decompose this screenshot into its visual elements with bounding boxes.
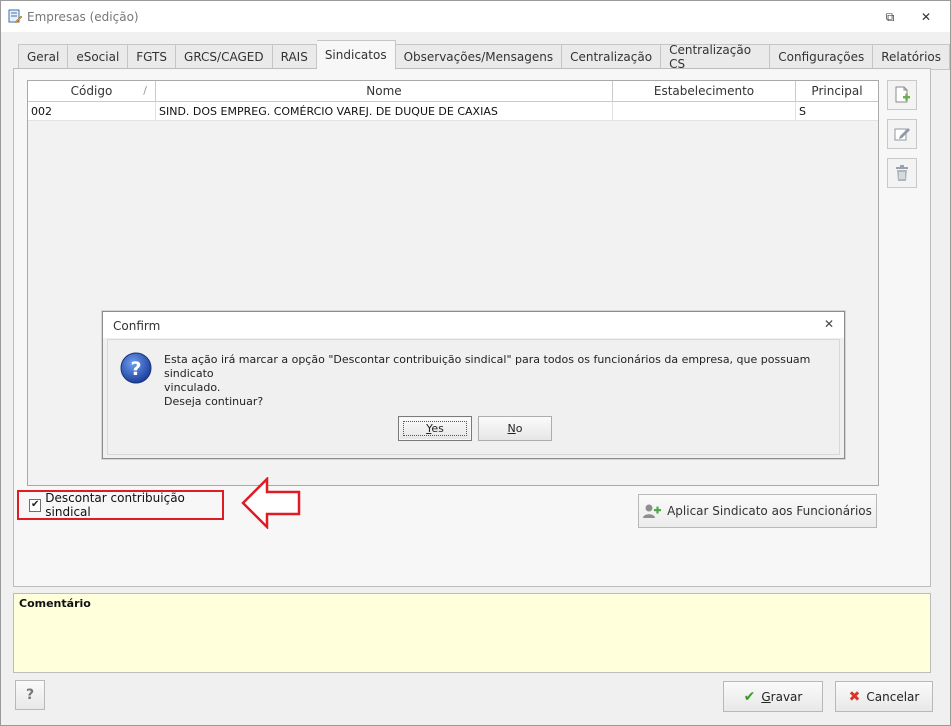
dialog-body: ? Esta ação irá marcar a opção "Desconta… bbox=[107, 339, 840, 455]
svg-text:?: ? bbox=[130, 358, 141, 380]
cell-principal: S bbox=[799, 104, 806, 118]
form-edit-icon bbox=[8, 9, 22, 24]
dialog-close-icon[interactable]: ✕ bbox=[824, 317, 834, 331]
close-icon: ✕ bbox=[920, 10, 932, 24]
cancel-button-label: Cancelar bbox=[866, 689, 920, 704]
tab-centralizacao[interactable]: Centralização bbox=[562, 44, 662, 70]
cell-estabelecimento bbox=[613, 102, 796, 120]
cancel-x-icon: ✖ bbox=[848, 688, 861, 705]
comment-box[interactable]: Comentário bbox=[13, 593, 931, 673]
yes-button[interactable]: Yes bbox=[398, 416, 472, 441]
tab-centralizacao-cs[interactable]: Centralização CS bbox=[661, 43, 771, 71]
delete-button[interactable] bbox=[887, 158, 917, 188]
close-button[interactable]: ✕ bbox=[915, 7, 937, 27]
tab-strip: Geral eSocial FGTS GRCS/CAGED RAIS Sindi… bbox=[18, 40, 950, 71]
edit-icon bbox=[894, 128, 910, 141]
window-title: Empresas (edição) bbox=[27, 10, 139, 24]
cell-codigo: 002 bbox=[28, 102, 156, 120]
add-user-icon bbox=[643, 504, 662, 518]
no-button[interactable]: No bbox=[478, 416, 552, 441]
left-arrow-annotation-icon bbox=[241, 477, 301, 529]
question-icon: ? bbox=[120, 352, 152, 384]
checkmark-icon: ✔ bbox=[30, 499, 40, 510]
restore-icon: ⧉ bbox=[885, 9, 895, 24]
save-button-label: Gravar bbox=[761, 689, 803, 704]
save-button[interactable]: ✔ Gravar bbox=[723, 681, 823, 712]
dialog-message: Esta ação irá marcar a opção "Descontar … bbox=[164, 353, 811, 408]
column-header-nome[interactable]: Nome bbox=[156, 81, 613, 101]
tab-grcs-caged[interactable]: GRCS/CAGED bbox=[176, 44, 273, 70]
comment-label: Comentário bbox=[19, 597, 91, 610]
add-document-icon bbox=[895, 86, 910, 103]
title-bar: Empresas (edição) ⧉ ✕ bbox=[1, 1, 950, 32]
grid-header: Código / Nome Estabelecimento Principal bbox=[28, 81, 878, 102]
column-header-codigo[interactable]: Código / bbox=[28, 81, 156, 101]
column-header-principal[interactable]: Principal bbox=[796, 81, 878, 101]
apply-sindicato-button[interactable]: Aplicar Sindicato aos Funcionários bbox=[638, 494, 877, 528]
restore-button[interactable]: ⧉ bbox=[879, 7, 901, 27]
descontar-contribuicao-checkbox[interactable]: ✔ Descontar contribuição sindical bbox=[17, 490, 224, 520]
checkbox-label: Descontar contribuição sindical bbox=[45, 491, 185, 519]
trash-icon bbox=[896, 165, 908, 181]
tab-esocial[interactable]: eSocial bbox=[68, 44, 129, 70]
empresas-window: Empresas (edição) ⧉ ✕ Geral eSocial FGTS… bbox=[0, 0, 951, 726]
checkbox-box[interactable]: ✔ bbox=[29, 498, 42, 512]
help-icon: ? bbox=[25, 687, 35, 703]
tab-geral[interactable]: Geral bbox=[18, 44, 69, 70]
edit-button[interactable] bbox=[887, 119, 917, 149]
table-row[interactable]: 002 SIND. DOS EMPREG. COMÉRCIO VAREJ. DE… bbox=[28, 102, 878, 121]
column-header-estabelecimento[interactable]: Estabelecimento bbox=[613, 81, 796, 101]
checkmark-save-icon: ✔ bbox=[743, 688, 756, 705]
help-button[interactable]: ? bbox=[15, 680, 45, 710]
cancel-button[interactable]: ✖ Cancelar bbox=[835, 681, 933, 712]
sort-indicator-icon: / bbox=[143, 84, 147, 97]
tab-sindicatos[interactable]: Sindicatos bbox=[316, 40, 396, 70]
dialog-title-bar: Confirm ✕ bbox=[103, 312, 844, 338]
tab-relatorios[interactable]: Relatórios bbox=[873, 44, 950, 70]
tab-configuracoes[interactable]: Configurações bbox=[770, 44, 874, 70]
apply-button-label: Aplicar Sindicato aos Funcionários bbox=[667, 504, 872, 518]
dialog-title: Confirm bbox=[113, 319, 161, 333]
tab-fgts[interactable]: FGTS bbox=[128, 44, 177, 70]
cell-nome: SIND. DOS EMPREG. COMÉRCIO VAREJ. DE DUQ… bbox=[156, 102, 613, 120]
tab-rais[interactable]: RAIS bbox=[272, 44, 317, 70]
tab-observacoes-mensagens[interactable]: Observações/Mensagens bbox=[395, 44, 563, 70]
add-button[interactable] bbox=[887, 80, 917, 110]
confirm-dialog: Confirm ✕ ? Esta ação irá marcar a opção… bbox=[102, 311, 845, 459]
